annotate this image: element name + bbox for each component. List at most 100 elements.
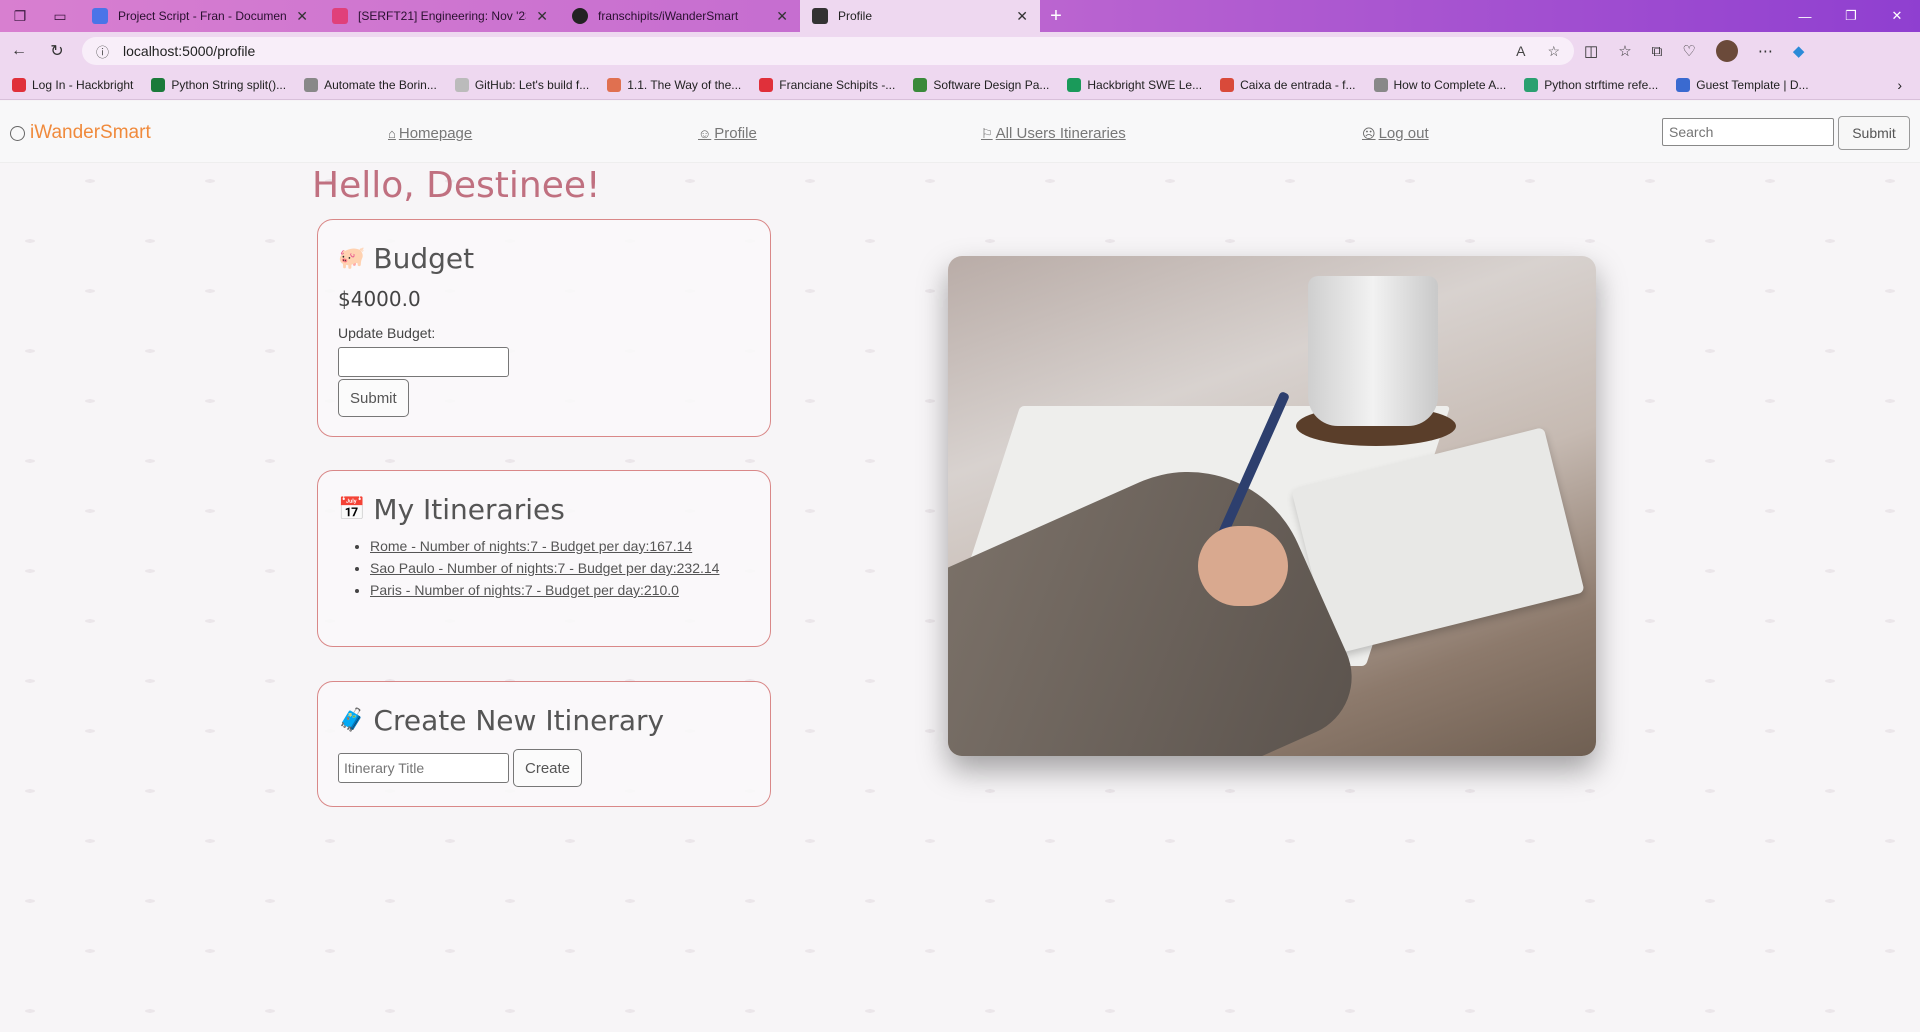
bookmark-label: Software Design Pa... [933,77,1050,92]
tab-actions-icon[interactable]: ▭ [40,0,80,32]
restore-icon[interactable]: ❐ [1828,0,1874,32]
url-actions: A ☆ [1516,43,1560,60]
browser-tab[interactable]: Project Script - Fran - Document ✕ [80,0,320,32]
bookmark-favicon-icon [1067,77,1082,92]
profile-avatar[interactable] [1715,40,1738,62]
bookmark-favicon-icon [1676,77,1691,92]
nav-label: Profile [714,125,757,142]
bookmark-item[interactable]: Automate the Borin... [304,77,437,92]
split-screen-icon[interactable]: ◫ [1584,42,1598,60]
photo-hand [1198,526,1288,606]
tab-title: Project Script - Fran - Document [118,9,287,23]
itinerary-link[interactable]: Paris - Number of nights:7 - Budget per … [370,582,679,598]
bookmark-item[interactable]: Caixa de entrada - f... [1220,77,1356,92]
update-budget-input[interactable] [338,347,509,377]
slack-icon [332,8,348,24]
photo-mug [1308,276,1438,426]
nav-label: All Users Itineraries [995,125,1126,142]
nav-all-itineraries-link[interactable]: ⚐ All Users Itineraries [981,125,1126,142]
favorites-icon[interactable]: ☆ [1618,42,1631,60]
bookmark-favicon-icon [454,77,469,92]
nav-label: Log out [1378,125,1429,142]
budget-card: 🐖 Budget $4000.0 Update Budget: Submit [317,219,771,437]
nav-homepage-link[interactable]: ⌂ Homepage [388,125,472,142]
bookmark-item[interactable]: Python String split()... [151,77,287,92]
favorite-star-icon[interactable]: ☆ [1547,43,1560,60]
itinerary-link[interactable]: Sao Paulo - Number of nights:7 - Budget … [370,560,719,576]
close-icon[interactable]: ✕ [296,8,308,25]
bookmark-label: Python String split()... [171,77,287,92]
itineraries-card: 📅 My Itineraries Rome - Number of nights… [317,470,771,647]
back-arrow-icon[interactable]: ← [0,32,38,70]
writing-desk-photo [948,256,1596,756]
close-icon[interactable]: ✕ [776,8,788,25]
read-aloud-icon[interactable]: A [1516,43,1525,60]
browser-tab[interactable]: [SERFT21] Engineering: Nov '23 / ✕ [320,0,560,32]
create-button[interactable]: Create [513,749,583,787]
window-controls: — ❐ ✕ [1782,0,1920,32]
bookmark-favicon-icon [913,77,928,92]
bookmark-item[interactable]: 1.1. The Way of the... [607,77,742,92]
close-window-icon[interactable]: ✕ [1874,0,1920,32]
luggage-icon: 🧳 [338,708,366,733]
copilot-icon[interactable]: ◆ [1793,42,1805,60]
close-icon[interactable]: ✕ [1016,8,1028,25]
search-input[interactable] [1662,118,1834,146]
bookmark-favicon-icon [759,77,774,92]
itineraries-title: My Itineraries [373,493,565,526]
bookmark-item[interactable]: How to Complete A... [1373,77,1507,92]
browser-tab[interactable]: franschipits/iWanderSmart ✕ [560,0,800,32]
bookmarks-overflow-icon[interactable]: › [1897,77,1902,93]
list-item: Rome - Number of nights:7 - Budget per d… [370,538,750,554]
list-item: Sao Paulo - Number of nights:7 - Budget … [370,560,750,576]
smile-icon: ☺ [698,126,712,141]
create-itinerary-card: 🧳 Create New Itinerary Create [317,681,771,807]
bookmark-item[interactable]: GitHub: Let's build f... [454,77,590,92]
itineraries-heading: 📅 My Itineraries [338,493,750,526]
more-icon[interactable]: ⋯ [1758,42,1773,60]
bookmark-label: Automate the Borin... [324,77,437,92]
info-icon[interactable]: ⓘ [96,42,109,61]
workspaces-icon[interactable]: ❐ [0,0,40,32]
bookmark-favicon-icon [1220,77,1235,92]
create-heading: 🧳 Create New Itinerary [338,704,750,737]
nav-profile-link[interactable]: ☺ Profile [698,125,757,142]
browser-tab-active[interactable]: Profile ✕ [800,0,1040,32]
update-budget-label: Update Budget: [338,325,436,341]
page-content: iWanderSmart ⌂ Homepage ☺ Profile ⚐ All … [0,101,1920,1032]
search-submit-button[interactable]: Submit [1838,116,1910,150]
close-icon[interactable]: ✕ [536,8,548,25]
url-text: localhost:5000/profile [123,43,256,59]
bookmark-item[interactable]: Hackbright SWE Le... [1067,77,1202,92]
heart-icon[interactable]: ♡ [1682,42,1695,60]
bookmark-label: How to Complete A... [1393,77,1507,92]
browser-tab-bar: ❐ ▭ Project Script - Fran - Document ✕ [… [0,0,1920,32]
bookmark-item[interactable]: Software Design Pa... [913,77,1050,92]
bookmark-item[interactable]: Guest Template | D... [1676,77,1809,92]
nav-logout-link[interactable]: ☹ Log out [1362,125,1429,142]
budget-title: Budget [373,242,475,275]
tab-title: [SERFT21] Engineering: Nov '23 / [358,9,527,23]
house-icon: ⌂ [388,126,396,141]
itinerary-link[interactable]: Rome - Number of nights:7 - Budget per d… [370,538,692,554]
minimize-icon[interactable]: — [1782,0,1828,32]
refresh-icon[interactable]: ↻ [38,32,76,70]
brand-link[interactable]: iWanderSmart [10,122,151,144]
bookmark-item[interactable]: Franciane Schipits -... [759,77,895,92]
collections-icon[interactable]: ⧉ [1652,43,1663,60]
itinerary-list: Rome - Number of nights:7 - Budget per d… [338,538,750,598]
bookmark-label: GitHub: Let's build f... [474,77,590,92]
url-field[interactable]: ⓘ localhost:5000/profile A ☆ [82,37,1574,65]
new-tab-button[interactable]: + [1040,0,1072,32]
create-form: Create [338,749,750,787]
bookmark-item[interactable]: Log In - Hackbright [12,77,133,92]
budget-amount: $4000.0 [338,287,421,311]
itinerary-title-input[interactable] [338,753,509,783]
bookmark-label: 1.1. The Way of the... [627,77,742,92]
bookmark-item[interactable]: Python strftime refe... [1524,77,1658,92]
budget-submit-button[interactable]: Submit [338,379,409,417]
address-bar-row: ← ↻ ⓘ localhost:5000/profile A ☆ ◫ ☆ ⧉ ♡… [0,32,1920,70]
budget-heading: 🐖 Budget [338,242,750,275]
bookmark-favicon-icon [151,77,166,92]
bookmark-favicon-icon [1524,77,1539,92]
